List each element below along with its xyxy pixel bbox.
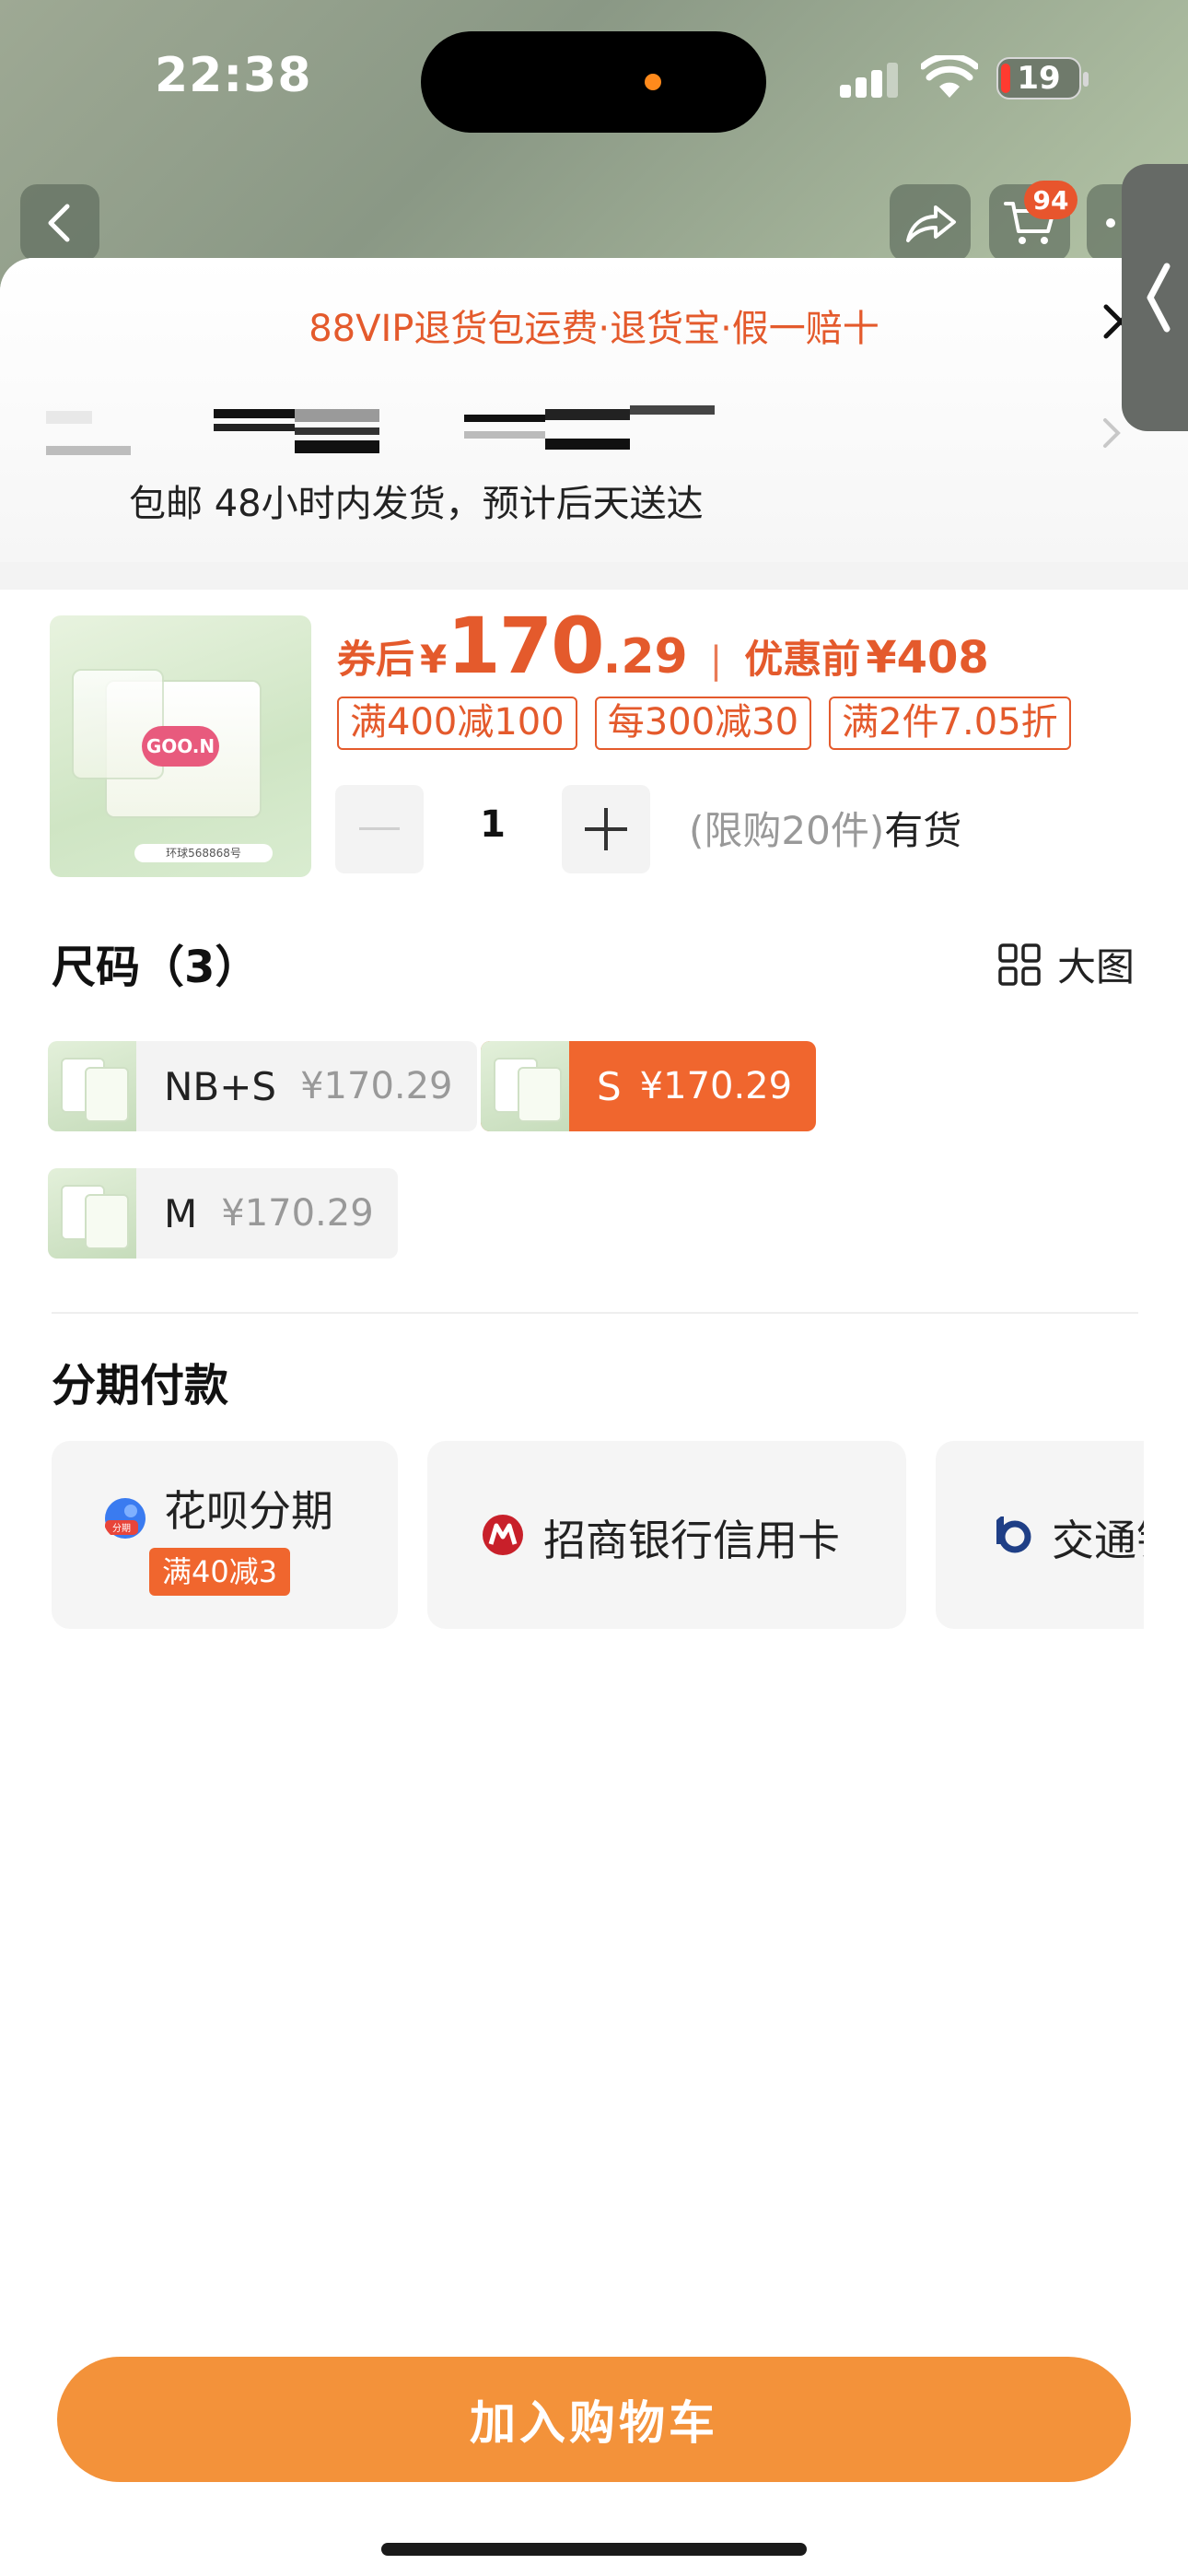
battery-level: 19 (1017, 60, 1061, 97)
big-image-toggle[interactable]: 大图 (998, 936, 1135, 992)
size-option-thumbnail (48, 1041, 136, 1131)
quantity-increase-button[interactable] (562, 785, 650, 873)
installment-section-title: 分期付款 (52, 1360, 229, 1411)
size-option-name: M (164, 1190, 198, 1236)
cart-button[interactable]: 94 (989, 181, 1077, 262)
product-image-tag: 环球568868号 (134, 844, 273, 862)
cmb-bank-icon (483, 1515, 523, 1555)
bocom-bank-icon (996, 1516, 1031, 1553)
purchase-limit: (限购20件) (689, 808, 885, 853)
side-drawer-handle[interactable] (1122, 164, 1188, 431)
price-after-coupon-label: 券后 (337, 637, 415, 682)
price-before-label: 优惠前 (744, 637, 861, 682)
add-to-cart-button[interactable]: 加入购物车 (57, 2357, 1131, 2482)
section-divider (52, 1312, 1138, 1314)
product-thumbnail[interactable]: GOO.N 环球568868号 (50, 615, 311, 877)
stock-info: (限购20件)有货 (689, 800, 961, 856)
price-before-value: ¥408 (866, 632, 989, 684)
size-option-thumbnail (481, 1041, 569, 1131)
size-option-name: S (597, 1063, 622, 1109)
installment-option-label: 交通银行 (1052, 1516, 1144, 1565)
quantity-value[interactable]: 1 (424, 803, 562, 846)
promo-tag: 满2件7.05折 (829, 697, 1071, 750)
promo-tag: 每300减30 (594, 697, 812, 750)
size-option-price: ¥170.29 (300, 1065, 453, 1107)
size-option-m[interactable]: M ¥170.29 (48, 1168, 398, 1259)
shipping-info: 包邮 48小时内发货，预计后天送达 (129, 483, 704, 525)
size-section-title: 尺码（3） (52, 942, 260, 993)
share-icon (906, 205, 956, 242)
vip-benefits-banner: 88VIP退货包运费·退货宝·假一赔十 (309, 308, 879, 350)
size-option-price: ¥170.29 (221, 1192, 374, 1235)
cart-count-badge: 94 (1024, 181, 1077, 219)
size-option-s[interactable]: S ¥170.29 (481, 1041, 817, 1131)
size-option-price: ¥170.29 (639, 1065, 793, 1107)
price-separator: | (709, 639, 723, 682)
home-indicator[interactable] (381, 2543, 807, 2556)
price-decimal: .29 (602, 629, 688, 685)
chevron-left-icon (1147, 263, 1171, 333)
price-integer: 170 (447, 601, 604, 691)
size-option-name: NB+S (164, 1063, 277, 1109)
installment-option-label: 花呗分期 (164, 1486, 333, 1536)
brand-logo: GOO.N (142, 726, 219, 767)
installment-promo-tag: 满40减3 (149, 1548, 291, 1596)
installment-option-label: 招商银行信用卡 (543, 1516, 840, 1565)
recording-dot (645, 74, 661, 90)
big-image-label: 大图 (1057, 944, 1136, 989)
chevron-left-icon (48, 204, 70, 242)
battery-indicator: 19 (996, 57, 1089, 100)
price-row: 券后 ¥ 170 .29 | 优惠前 ¥408 (337, 601, 989, 691)
section-divider (0, 562, 1188, 590)
grid-icon (998, 943, 1041, 986)
promo-tag: 满400减100 (337, 697, 577, 750)
installment-option-huabei[interactable]: 分期 花呗分期 满40减3 (52, 1441, 398, 1629)
price-currency: ¥ (420, 637, 448, 682)
size-option-thumbnail (48, 1168, 136, 1259)
cellular-signal-icon (840, 61, 901, 98)
status-time: 22:38 (155, 48, 312, 103)
installment-option-cmb[interactable]: 招商银行信用卡 (427, 1441, 906, 1629)
wifi-icon (921, 55, 978, 98)
chevron-right-icon (1103, 418, 1121, 448)
dynamic-island (421, 31, 766, 133)
size-option-nb-s[interactable]: NB+S ¥170.29 (48, 1041, 477, 1131)
quantity-decrease-button[interactable] (335, 785, 424, 873)
share-button[interactable] (890, 184, 971, 262)
minus-icon (359, 827, 400, 830)
huabei-icon-text: 分期 (112, 1523, 131, 1534)
plus-icon (585, 808, 627, 850)
promo-tags: 满400减100 每300减30 满2件7.05折 (337, 697, 1098, 754)
stock-status: 有货 (884, 808, 962, 853)
huabei-icon: 分期 (105, 1498, 146, 1539)
back-button[interactable] (20, 184, 99, 262)
address-row-redacted[interactable] (46, 405, 1105, 461)
installment-option-bocom[interactable]: 交通银行 (936, 1441, 1144, 1629)
